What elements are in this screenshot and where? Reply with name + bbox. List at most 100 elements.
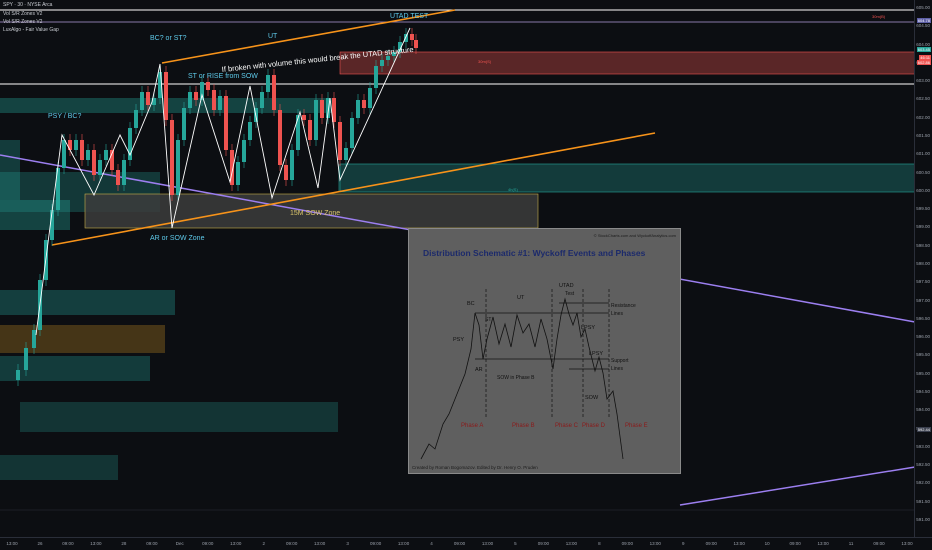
price-tick: 591.00 [916,517,930,522]
label-phase-c: Phase C [555,423,579,429]
time-tick: 13:00 [481,541,494,546]
price-tick: 604.00 [916,41,930,47]
price-tick: 596.50 [916,315,930,321]
candle-body [236,162,240,185]
wyckoff-schematic-inset: © StockCharts.com and WyckoffAnalytics.c… [408,228,681,474]
time-tick: 13:00 [314,541,326,546]
price-tick: 599.00 [916,224,930,230]
candle-body [24,348,28,370]
label-sow-zone: 15M SOW Zone [290,210,340,217]
zone-g [20,402,338,432]
time-tick: Dec [175,541,184,546]
price-tick: 593.00 [916,443,930,449]
time-tick: 09:00 [873,541,885,546]
candle-body [356,100,360,118]
price-tick: 594.50 [916,389,930,394]
price-tick: 605.00 [916,5,930,10]
candle-body [380,60,384,66]
price-tick: 597.00 [916,297,930,303]
price-tick: 599.50 [916,206,930,212]
candle-body [308,120,312,140]
label-bc-st: BC? or ST? [150,35,187,42]
wyckoff-diagram: BC UT UTAD Test ST PSY AR LPSY LPSY SOW in Phase … [420,283,648,460]
candle-body [140,92,144,110]
candle-body [86,150,90,160]
time-tick: 8 [598,541,601,546]
label-ut: UT [517,295,525,301]
label-ut: UT [268,33,278,40]
price-axis[interactable]: 605.00604.50604.00603.50603.00602.50602.… [914,0,932,540]
label-test: Test [565,291,575,297]
candle-body [194,92,198,100]
candle-body [122,160,126,185]
label-support: Support [611,358,629,364]
time-tick: 10 [764,541,770,546]
price-tick: 602.00 [916,114,930,120]
price-tick: 600.00 [916,187,930,193]
time-tick: 09:00 [146,541,158,546]
time-tick: 13:00 [901,541,913,546]
price-tick: 594.00 [916,407,930,413]
price-tick: 596.00 [916,334,930,340]
time-tick: 09:00 [789,541,801,546]
symbol-title: SPY · 30 · NYSE Arca [3,2,53,8]
indicator-label-2[interactable]: Vol S/R Zones V2 [3,19,42,25]
candle-body [212,90,216,110]
price-tick: 597.50 [916,279,930,285]
candle-body [410,34,414,40]
candle-body [218,96,222,110]
candle-body [320,100,324,118]
candle-body [374,66,378,88]
label-psy: PSY [453,337,464,343]
zone-label-2: 30m(S) [478,59,492,64]
time-tick: 09:00 [369,541,382,546]
time-tick: 28 [121,541,127,546]
time-tick: 3 [346,541,349,546]
zone-red [340,52,916,74]
candle-body [242,140,246,162]
indicator-label-3[interactable]: LuxAlgo - Fair Value Gap [3,27,59,33]
indicator-label-1[interactable]: Vol S/R Zones V2 [3,11,42,17]
price-tick: 600.50 [916,169,930,175]
time-tick: 13:00 [230,541,242,546]
label-sow-phase-b: SOW in Phase B [497,375,535,381]
zone-right-green [338,164,914,192]
time-tick: 11 [848,541,854,546]
price-badge-last: 603.45 [916,47,931,52]
candle-body [62,140,66,168]
label-lpsy-1: LPSY [581,325,595,331]
candle-body [350,118,354,148]
candle-body [68,140,72,150]
label-sow: SOW [585,395,599,401]
label-bc: BC [467,301,475,307]
candle-body [170,120,174,195]
price-tick: 598.50 [916,242,930,248]
time-tick: 09:00 [537,541,550,546]
time-tick: 13:00 [649,541,661,546]
label-st-rise: ST or RISE from SOW [188,73,258,80]
candle-body [104,150,108,160]
label-resistance: Resistance [611,303,636,309]
price-tick: 592.00 [916,480,930,486]
price-tick: 602.50 [916,96,930,102]
candle-body [344,148,348,160]
time-axis[interactable]: 13:00 26 09:00 13:00 28 09:00 Dec 09:00 13:00 2 09… [0,537,932,550]
inset-credit: Created by Roman Bogomazov. Edited by Dr… [412,465,538,470]
candle-body [98,160,102,175]
candle-body [176,140,180,195]
price-tick: 595.50 [916,352,930,358]
candle-body [134,110,138,128]
candle-body [290,150,294,180]
candle-body [314,100,318,140]
time-tick: 09:00 [705,541,717,546]
zone-h [0,455,118,480]
time-tick: 26 [37,541,43,546]
price-tick: 595.00 [916,370,930,376]
candle-body [284,165,288,180]
time-tick: 4 [430,541,433,546]
candle-body [74,140,78,150]
candle-body [266,75,270,92]
label-st: ST [485,317,491,323]
label-ar: AR [475,367,483,373]
label-phase-d: Phase D [582,423,606,429]
